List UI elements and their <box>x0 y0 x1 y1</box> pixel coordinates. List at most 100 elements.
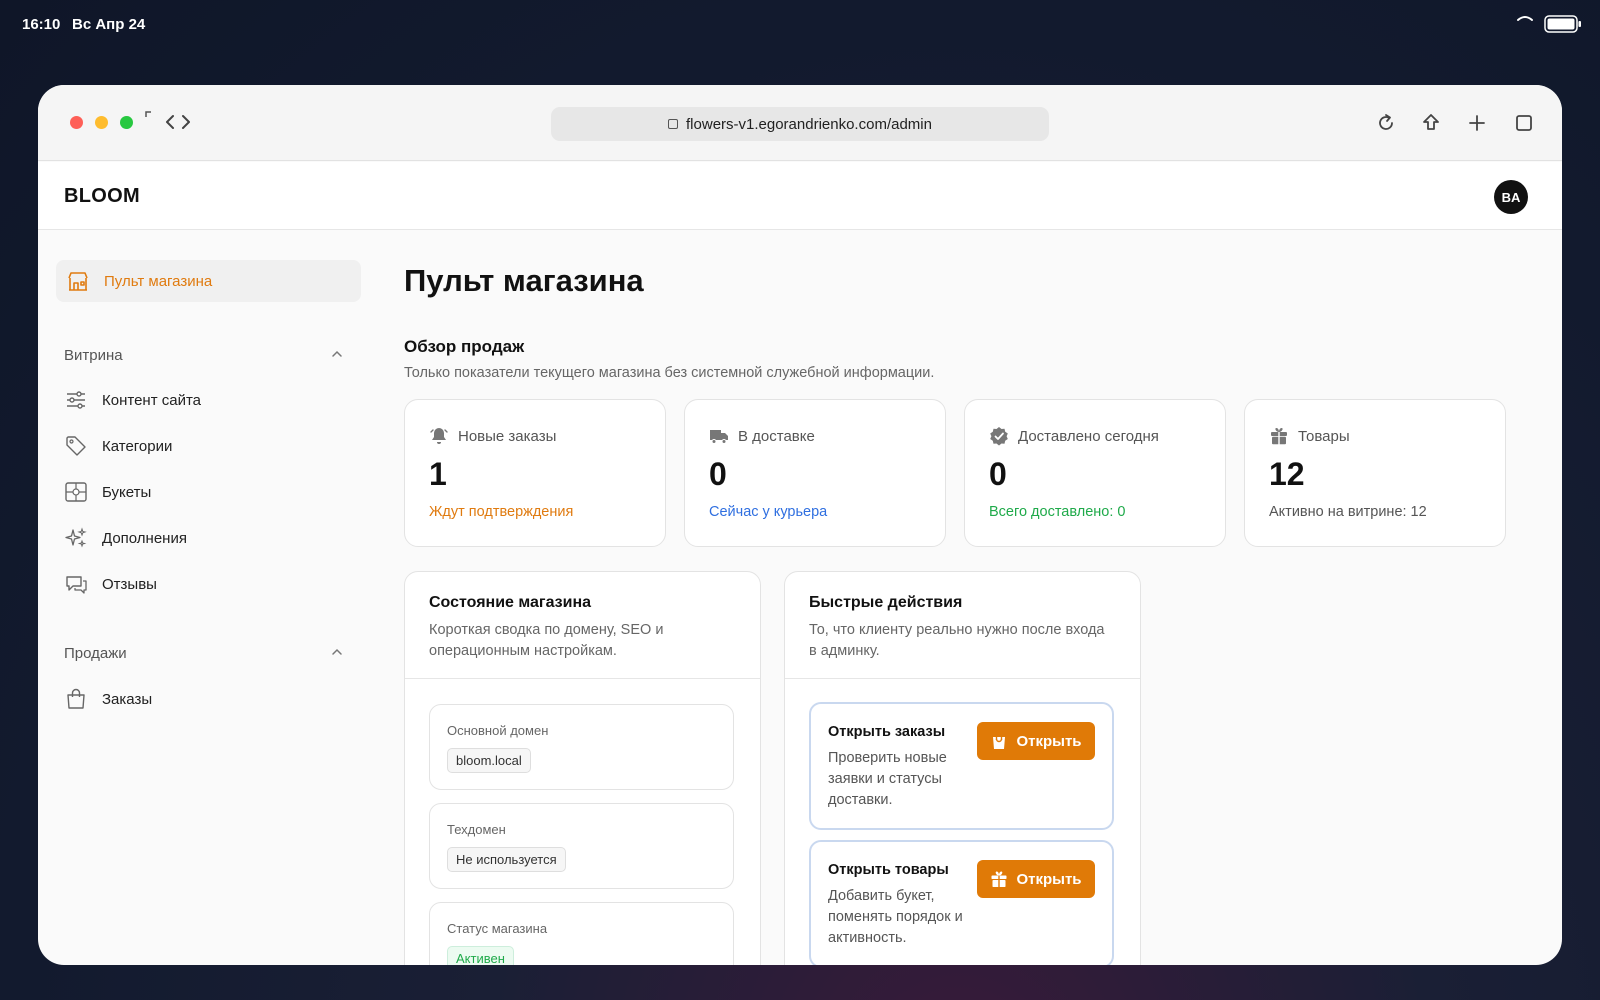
maximize-window-button[interactable] <box>120 116 133 129</box>
stat-label: Доставлено сегодня <box>1018 427 1159 445</box>
stat-value: 0 <box>989 456 1007 492</box>
battery-icon <box>1544 15 1581 33</box>
stat-label: Новые заказы <box>458 427 557 445</box>
sidebar-item-label: Дополнения <box>102 529 187 547</box>
stat-value: 0 <box>709 456 727 492</box>
stat-card-in-delivery[interactable]: В доставке 0 Сейчас у курьера <box>684 399 946 547</box>
section-title: Продажи <box>64 645 127 662</box>
page-title: Пульт магазина <box>404 263 644 298</box>
quick-actions-panel: Быстрые действия То, что клиенту реально… <box>784 571 1141 965</box>
stat-label: В доставке <box>738 427 815 445</box>
sidebar-item-categories[interactable]: Категории <box>64 433 172 459</box>
chevron-up-icon <box>332 350 342 357</box>
field-store-status: Статус магазина Активен <box>429 902 734 965</box>
reload-icon[interactable] <box>1372 109 1400 137</box>
sidebar-item-reviews[interactable]: Отзывы <box>64 571 157 597</box>
sidebar-item-orders[interactable]: Заказы <box>64 686 152 712</box>
status-time: 16:10 <box>22 16 61 33</box>
sparkles-icon <box>65 527 87 548</box>
bouquet-icon <box>65 482 87 502</box>
button-label: Открыть <box>1016 870 1082 888</box>
action-description: Проверить новые заявки и статусы доставк… <box>828 750 947 808</box>
wifi-icon <box>1517 16 1533 21</box>
panel-title: Быстрые действия <box>809 594 963 611</box>
status-date: Вс Апр 24 <box>72 16 146 33</box>
stat-note: Сейчас у курьера <box>709 504 828 520</box>
stat-note: Активно на витрине: 12 <box>1269 504 1427 520</box>
field-tech-domain: Техдомен Не используется <box>429 803 734 889</box>
stat-header: Товары <box>1269 426 1350 446</box>
sidebar-item-label: Категории <box>102 437 173 455</box>
sidebar-section-showcase[interactable]: Витрина <box>64 347 344 364</box>
field-primary-domain: Основной домен bloom.local <box>429 704 734 790</box>
store-icon <box>68 272 88 291</box>
stat-value: 12 <box>1269 456 1305 492</box>
brand-logo[interactable]: BLOOM <box>64 185 140 208</box>
panel-subtitle: То, что клиенту реально нужно после вход… <box>809 622 1105 659</box>
sidebar-toggle-icon[interactable] <box>145 111 157 123</box>
overview-subtitle: Только показатели текущего магазина без … <box>404 365 935 381</box>
browser-toolbar: flowers-v1.egorandrienko.com/admin <box>38 85 1562 161</box>
app-header: BLOOM BA <box>38 162 1562 230</box>
bell-icon <box>430 428 448 444</box>
open-orders-button[interactable]: Открыть <box>977 722 1095 760</box>
main-content: Пульт магазина Обзор продаж Только показ… <box>404 231 1534 965</box>
quick-action-products: Открыть товары Добавить букет, поменять … <box>809 840 1114 965</box>
sidebar-item-bouquets[interactable]: Букеты <box>64 479 151 505</box>
tabs-overview-icon[interactable] <box>1510 109 1538 137</box>
sidebar-item-label: Заказы <box>102 690 153 708</box>
sidebar: Пульт магазина Витрина Контент сайта Кат… <box>38 231 378 965</box>
stat-header: Новые заказы <box>429 426 556 446</box>
section-title: Витрина <box>64 347 123 364</box>
panel-divider <box>405 678 760 679</box>
share-icon[interactable] <box>1417 109 1445 137</box>
action-title: Открыть товары <box>828 862 949 878</box>
browser-window: flowers-v1.egorandrienko.com/admin BLOOM… <box>38 85 1562 965</box>
status-bar: 16:10 Вс Апр 24 <box>0 0 1600 48</box>
truck-icon <box>710 430 728 444</box>
action-title: Открыть заказы <box>828 724 946 740</box>
action-description: Добавить букет, поменять порядок и актив… <box>828 888 963 946</box>
gift-icon <box>1271 428 1287 445</box>
sidebar-item-label: Контент сайта <box>102 391 201 409</box>
minimize-window-button[interactable] <box>95 116 108 129</box>
field-label: Основной домен <box>447 723 549 738</box>
address-bar[interactable]: flowers-v1.egorandrienko.com/admin <box>551 107 1049 141</box>
new-tab-icon[interactable] <box>1463 109 1491 137</box>
sidebar-item-label: Букеты <box>102 483 152 501</box>
stat-card-products[interactable]: Товары 12 Активно на витрине: 12 <box>1244 399 1506 547</box>
field-label: Техдомен <box>447 822 506 837</box>
sidebar-item-label: Пульт магазина <box>104 272 213 290</box>
sidebar-item-label: Отзывы <box>102 575 157 593</box>
overview-title: Обзор продаж <box>404 337 525 356</box>
stat-card-delivered-today[interactable]: Доставлено сегодня 0 Всего доставлено: 0 <box>964 399 1226 547</box>
sidebar-item-dashboard[interactable]: Пульт магазина <box>56 260 361 302</box>
gift-icon <box>991 871 1007 887</box>
sliders-icon <box>67 391 85 409</box>
panel-divider <box>785 678 1140 679</box>
sidebar-item-addons[interactable]: Дополнения <box>64 525 187 551</box>
stat-header: В доставке <box>709 426 815 446</box>
panel-title: Состояние магазина <box>429 594 592 611</box>
stat-note: Всего доставлено: 0 <box>989 504 1126 520</box>
stat-card-new-orders[interactable]: Новые заказы 1 Ждут подтверждения <box>404 399 666 547</box>
button-label: Открыть <box>1016 732 1082 750</box>
field-label: Статус магазина <box>447 921 548 936</box>
address-url: flowers-v1.egorandrienko.com/admin <box>686 115 932 133</box>
check-badge-icon <box>990 427 1008 446</box>
sidebar-item-site-content[interactable]: Контент сайта <box>64 387 201 413</box>
store-state-panel: Состояние магазина Короткая сводка по до… <box>404 571 761 965</box>
site-icon <box>668 119 679 129</box>
user-avatar[interactable]: BA <box>1494 180 1528 214</box>
field-value-chip: bloom.local <box>447 748 531 773</box>
bag-icon <box>993 732 1006 749</box>
sidebar-section-sales[interactable]: Продажи <box>64 645 344 662</box>
field-value-chip: Не используется <box>447 847 566 872</box>
panel-subtitle: Короткая сводка по домену, SEO и операци… <box>429 622 664 659</box>
close-window-button[interactable] <box>70 116 83 129</box>
stat-header: Доставлено сегодня <box>989 426 1159 446</box>
forward-icon[interactable] <box>174 109 198 135</box>
open-products-button[interactable]: Открыть <box>977 860 1095 898</box>
tag-icon <box>66 436 86 456</box>
status-badge: Активен <box>447 946 514 965</box>
